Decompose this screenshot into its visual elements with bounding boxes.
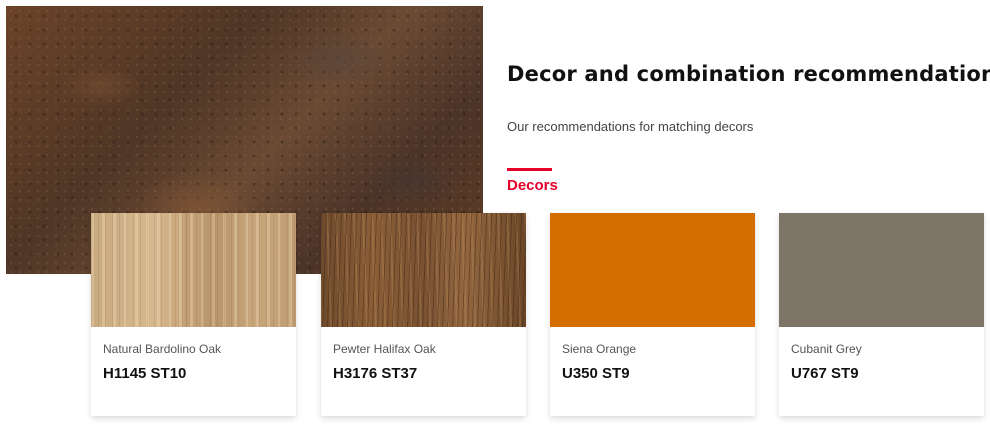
tab-active-indicator — [507, 168, 552, 171]
decor-swatch — [91, 213, 296, 327]
decor-card-natural-bardolino-oak[interactable]: Natural Bardolino Oak H1145 ST10 — [91, 213, 296, 416]
decor-swatch — [779, 213, 984, 327]
decor-code: U767 ST9 — [791, 365, 859, 382]
decor-name: Cubanit Grey — [791, 342, 862, 356]
decor-name: Natural Bardolino Oak — [103, 342, 222, 356]
decor-card-pewter-halifax-oak[interactable]: Pewter Halifax Oak H3176 ST37 — [321, 213, 526, 416]
decor-name: Pewter Halifax Oak — [333, 342, 436, 356]
decor-code: H1145 ST10 — [103, 365, 187, 382]
section-subtitle: Our recommendations for matching decors — [507, 119, 754, 134]
decor-swatch — [550, 213, 755, 327]
tab-decors[interactable]: Decors — [507, 177, 558, 194]
decor-code: H3176 ST37 — [333, 365, 418, 382]
section-title: Decor and combination recommendations — [507, 62, 990, 86]
decor-card-cubanit-grey[interactable]: Cubanit Grey U767 ST9 — [779, 213, 984, 416]
decor-swatch — [321, 213, 526, 327]
decor-name: Siena Orange — [562, 342, 637, 356]
decor-card-siena-orange[interactable]: Siena Orange U350 ST9 — [550, 213, 755, 416]
decor-code: U350 ST9 — [562, 365, 630, 382]
